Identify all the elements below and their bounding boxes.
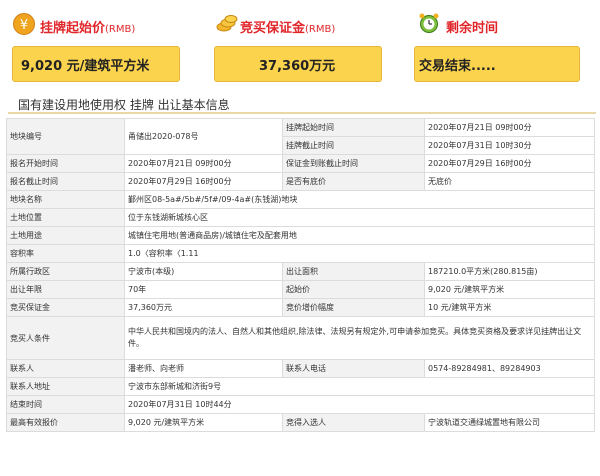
table-row: 地块编号 甬储出2020-078号 挂牌起始时间 2020年07月21日 09时… xyxy=(6,118,595,155)
area-value: 187210.0平方米(280.815亩) xyxy=(424,262,595,281)
table-row: 出让年限 70年 起始价 9,020 元/建筑平方米 xyxy=(6,280,595,299)
section-divider xyxy=(8,112,596,114)
listing-start-label: 挂牌起始时间 xyxy=(282,118,425,137)
end-time-label: 结束时间 xyxy=(6,395,125,414)
table-row: 土地位置 位于东钱湖新城核心区 xyxy=(6,208,595,227)
summary-header: ¥ 挂牌起始价(RMB) 9,020 元/建筑平方米 竞买保证金(RMB) 37… xyxy=(0,0,600,88)
location-value: 位于东钱湖新城核心区 xyxy=(124,208,595,227)
location-label: 土地位置 xyxy=(6,208,125,227)
highest-bid-label: 最高有效报价 xyxy=(6,413,125,432)
parcel-no-label: 地块编号 xyxy=(6,118,125,155)
term-value: 70年 xyxy=(124,280,283,299)
district-value: 宁波市(本级) xyxy=(124,262,283,281)
table-row: 报名截止时间 2020年07月29日 16时00分 是否有底价 无底价 xyxy=(6,172,595,191)
start-price-value: 9,020 元/建筑平方米 xyxy=(21,59,150,74)
start-price-cell: 9,020 元/建筑平方米 xyxy=(424,280,595,299)
parcel-no-value: 甬储出2020-078号 xyxy=(124,118,283,155)
district-label: 所属行政区 xyxy=(6,262,125,281)
land-use-label: 土地用途 xyxy=(6,226,125,245)
table-row: 所属行政区 宁波市(本级) 出让面积 187210.0平方米(280.815亩) xyxy=(6,262,595,281)
reserve-price-value: 无底价 xyxy=(424,172,595,191)
end-time-value: 2020年07月31日 10时44分 xyxy=(124,395,595,414)
table-row: 联系人地址 宁波市东部新城和济街9号 xyxy=(6,377,595,396)
deposit-deadline-label: 保证金到账截止时间 xyxy=(282,154,425,173)
bid-deposit-label: 竞买保证金 xyxy=(6,298,125,317)
deposit-deadline-value: 2020年07月29日 16时00分 xyxy=(424,154,595,173)
remaining-box: 交易结束..... xyxy=(414,46,580,82)
alarm-clock-icon xyxy=(418,12,440,34)
bidder-condition-value: 中华人民共和国境内的法人、自然人和其他组织,除法律、法规另有规定外,可申请参加竞… xyxy=(124,316,595,360)
start-price-title: 挂牌起始价(RMB) xyxy=(40,21,136,36)
listing-end-value: 2020年07月31日 10时30分 xyxy=(424,136,595,155)
increment-label: 竞价增价幅度 xyxy=(282,298,425,317)
contact-label: 联系人 xyxy=(6,359,125,378)
table-row: 容积率 1.0〈容积率〈1.11 xyxy=(6,244,595,263)
signup-end-label: 报名截止时间 xyxy=(6,172,125,191)
table-row: 竞买保证金 37,360万元 竞价增价幅度 10 元/建筑平方米 xyxy=(6,298,595,317)
contact-address-label: 联系人地址 xyxy=(6,377,125,396)
reserve-price-label: 是否有底价 xyxy=(282,172,425,191)
signup-start-label: 报名开始时间 xyxy=(6,154,125,173)
table-row: 联系人 潘老师、向老师 联系人电话 0574-89284981、89284903 xyxy=(6,359,595,378)
plot-ratio-value: 1.0〈容积率〈1.11 xyxy=(124,244,595,263)
listing-end-label: 挂牌截止时间 xyxy=(282,136,425,155)
parcel-name-value: 鄞州区08-5a#/5b#/5f#/09-4a#(东钱湖)地块 xyxy=(124,190,595,209)
highest-bid-value: 9,020 元/建筑平方米 xyxy=(124,413,283,432)
listing-start-value: 2020年07月21日 09时00分 xyxy=(424,118,595,137)
contact-phone-label: 联系人电话 xyxy=(282,359,425,378)
land-use-value: 城镇住宅用地(普通商品房)/城镇住宅及配套用地 xyxy=(124,226,595,245)
remaining-value: 交易结束..... xyxy=(419,59,496,74)
deposit-box: 37,360万元 xyxy=(214,46,382,82)
parcel-name-label: 地块名称 xyxy=(6,190,125,209)
bidder-condition-label: 竞买人条件 xyxy=(6,316,125,360)
contact-phone-value: 0574-89284981、89284903 xyxy=(424,359,595,378)
section-title: 国有建设用地使用权 挂牌 出让基本信息 xyxy=(18,98,230,112)
table-row: 报名开始时间 2020年07月21日 09时00分 保证金到账截止时间 2020… xyxy=(6,154,595,173)
table-row: 竞买人条件 中华人民共和国境内的法人、自然人和其他组织,除法律、法规另有规定外,… xyxy=(6,316,595,360)
deposit-title: 竞买保证金(RMB) xyxy=(240,21,336,36)
table-row: 地块名称 鄞州区08-5a#/5b#/5f#/09-4a#(东钱湖)地块 xyxy=(6,190,595,209)
coins-icon xyxy=(216,13,238,33)
land-info-table: 地块编号 甬储出2020-078号 挂牌起始时间 2020年07月21日 09时… xyxy=(6,118,595,432)
table-row: 土地用途 城镇住宅用地(普通商品房)/城镇住宅及配套用地 xyxy=(6,226,595,245)
bid-deposit-value: 37,360万元 xyxy=(124,298,283,317)
table-row: 结束时间 2020年07月31日 10时44分 xyxy=(6,395,595,414)
deposit-value: 37,360万元 xyxy=(259,59,336,74)
contact-address-value: 宁波市东部新城和济街9号 xyxy=(124,377,595,396)
signup-start-value: 2020年07月21日 09时00分 xyxy=(124,154,283,173)
start-price-label: 起始价 xyxy=(282,280,425,299)
increment-value: 10 元/建筑平方米 xyxy=(424,298,595,317)
winner-value: 宁波轨道交通绿城置地有限公司 xyxy=(424,413,595,432)
start-price-box: 9,020 元/建筑平方米 xyxy=(12,46,180,82)
contact-value: 潘老师、向老师 xyxy=(124,359,283,378)
term-label: 出让年限 xyxy=(6,280,125,299)
table-row: 最高有效报价 9,020 元/建筑平方米 竞得入选人 宁波轨道交通绿城置地有限公… xyxy=(6,413,595,432)
svg-text:¥: ¥ xyxy=(20,18,28,33)
area-label: 出让面积 xyxy=(282,262,425,281)
remaining-title: 剩余时间 xyxy=(446,21,499,36)
yen-coin-icon: ¥ xyxy=(13,13,35,35)
winner-label: 竞得入选人 xyxy=(282,413,425,432)
plot-ratio-label: 容积率 xyxy=(6,244,125,263)
signup-end-value: 2020年07月29日 16时00分 xyxy=(124,172,283,191)
